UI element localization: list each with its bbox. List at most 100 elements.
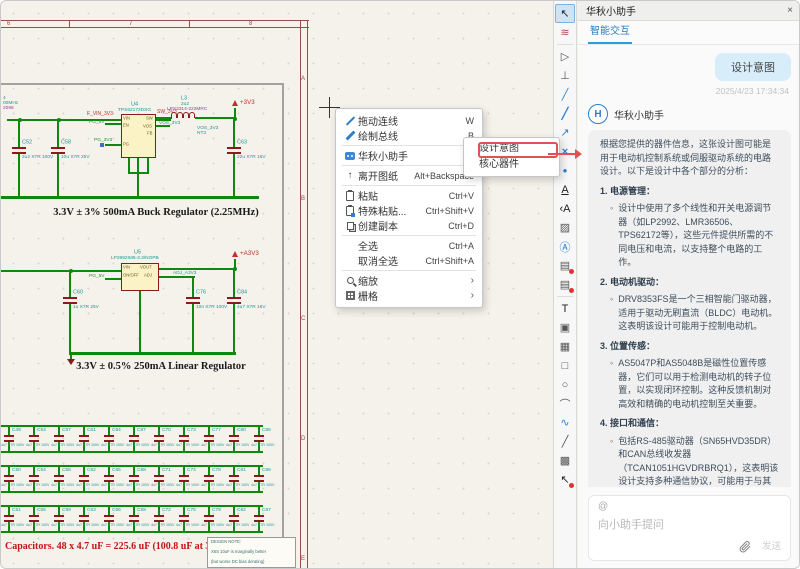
component-value: 4u7 X7R 100V (226, 483, 249, 487)
rectangle-tool[interactable]: □ (555, 356, 575, 375)
capacitor (54, 515, 64, 517)
power-symbol (232, 251, 238, 257)
send-button[interactable]: 发送 (762, 538, 781, 552)
net-marker (100, 143, 104, 147)
menu-item[interactable]: ↑离开图纸Alt+Backspace (336, 168, 482, 183)
pin-name: PG (123, 142, 129, 147)
import-sheet-pin-tool[interactable]: ▤ (555, 256, 575, 275)
add-bus-tool[interactable]: ╱ (555, 104, 575, 123)
tab-smart-interaction[interactable]: 智能交互 (588, 18, 632, 44)
capacitor (258, 466, 260, 475)
context-menu: 拖动连线W绘制总线B 华秋小助手› ↑离开图纸Alt+Backspace 粘贴Ctrl… (335, 108, 483, 308)
global-label-tool[interactable]: ‹A (555, 199, 575, 218)
sheet-pin-tool[interactable]: ▤ (555, 275, 575, 294)
pin-name: ON/OFF (123, 273, 139, 278)
wire (147, 158, 149, 173)
highlight-net-tool[interactable]: ≋ (555, 23, 575, 42)
menu-item[interactable]: 粘贴Ctrl+V (336, 188, 482, 203)
menu-item[interactable]: 绘制总线B (336, 128, 482, 143)
drawing-toolbar: ↖≋▷⊥╱╱↗×●A‹A▨Ⓐ▤▤T▣▦□○⌒∿╱▩↖ (553, 1, 577, 569)
menu-item-label: 创建副本 (358, 218, 448, 233)
component-label: 2098 (3, 105, 14, 110)
add-symbol-tool[interactable]: ▷ (555, 47, 575, 66)
reference-designator: C61 (87, 427, 96, 432)
capacitor (186, 297, 200, 299)
menu-item-label: 全选 (358, 238, 449, 253)
capacitor (54, 475, 64, 477)
attach-icon[interactable] (739, 540, 752, 553)
hierarchical-label-tool[interactable]: Ⓐ (555, 237, 575, 256)
reference-designator: C84 (237, 289, 247, 295)
mention-icon[interactable]: @ (598, 501, 608, 512)
arc-tool[interactable]: ⌒ (555, 394, 575, 413)
net-label-tool[interactable]: A (555, 180, 575, 199)
chat-input[interactable] (598, 516, 748, 546)
menu-item[interactable]: 特殊粘贴...Ctrl+Shift+V (336, 203, 482, 218)
bezier-tool[interactable]: ∿ (555, 413, 575, 432)
capacitor (18, 154, 20, 197)
crosshair-cursor (329, 97, 330, 118)
component-value: 4u7 X7R 100V (126, 483, 149, 487)
component-value: 4u7 X7R 100V (101, 523, 124, 527)
select-tool[interactable]: ↖ (555, 4, 575, 23)
component-value: 4u7 X7R 100V (51, 443, 74, 447)
capacitor (204, 435, 214, 437)
wire (159, 268, 236, 270)
circle-tool[interactable]: ○ (555, 375, 575, 394)
section-bullet: AS5047P和AS5048B是磁性位置传感器，它们可以用于检测电动机的转子位置… (600, 357, 779, 411)
add-wire-tool[interactable]: ╱ (555, 85, 575, 104)
message-intro: 根据您提供的器件信息，这张设计图可能是用于电动机控制系统或伺服驱动系统的电路设计… (600, 138, 779, 179)
menu-item[interactable]: 全选Ctrl+A (336, 238, 482, 253)
capacitor (229, 435, 239, 437)
duplicate-icon (347, 222, 354, 230)
component-value: 4u7 X7R 100V (101, 483, 124, 487)
leave-sheet-icon: ↑ (348, 170, 353, 181)
component-value: 4u7 X7R 100V (51, 483, 74, 487)
reference-designator: C85 (262, 427, 271, 432)
hierarchical-sheet-tool[interactable]: ▨ (555, 218, 575, 237)
paste-special-icon (346, 206, 354, 216)
capacitor (8, 466, 10, 475)
component-value: 4u7 X7R 16V (237, 304, 266, 309)
capacitor (233, 466, 235, 475)
part-number: TPS62172DSG (118, 107, 151, 112)
table-tool[interactable]: ▦ (555, 337, 575, 356)
menu-item[interactable]: 取消全选Ctrl+Shift+A (336, 253, 482, 268)
reference-designator: C53 (37, 427, 46, 432)
menu-item-label: 缩放 (358, 273, 471, 288)
reference-designator: C71 (162, 467, 171, 472)
badge-dot (569, 483, 574, 488)
component-value: 4u7 X7R 100V (201, 523, 224, 527)
inductor-l3[interactable] (171, 112, 195, 118)
capacitor (229, 475, 239, 477)
reference-designator: C63 (237, 139, 247, 145)
power-net-label: +3V3 (240, 99, 255, 106)
line-tool[interactable]: ╱ (555, 432, 575, 451)
capacitor (79, 515, 89, 517)
highlight-annotation-box (478, 142, 558, 158)
delete-tool[interactable]: ↖ (555, 470, 575, 489)
capacitor (233, 119, 235, 147)
menu-item[interactable]: 拖动连线W (336, 113, 482, 128)
wire-icon (345, 116, 354, 125)
capacitor (83, 506, 85, 515)
menu-item[interactable]: 缩放› (336, 273, 482, 288)
chat-area[interactable]: 设计意图 2025/4/23 17:34:34 H 华秋小助手 根据您提供的器件… (578, 45, 800, 487)
close-icon[interactable]: × (787, 5, 793, 16)
menu-item[interactable]: 栅格› (336, 288, 482, 303)
component-value: 4u7 X7R 100V (226, 523, 249, 527)
textbox-tool[interactable]: ▣ (555, 318, 575, 337)
assistant-panel: 华秋小助手 × 智能交互 设计意图 2025/4/23 17:34:34 H 华… (578, 1, 800, 569)
menu-item[interactable]: 创建副本Ctrl+D (336, 218, 482, 233)
capacitor (104, 475, 114, 477)
capacitor (12, 147, 26, 149)
menu-separator (342, 185, 476, 186)
menu-item[interactable]: 华秋小助手› (336, 148, 482, 163)
submenu-item[interactable]: 核心器件 (464, 157, 559, 173)
add-power-tool[interactable]: ⊥ (555, 66, 575, 85)
image-tool[interactable]: ▩ (555, 451, 575, 470)
sheet-col-number: 8 (249, 20, 252, 27)
text-tool[interactable]: T (555, 299, 575, 318)
component-value: 4u7 X7R 100V (176, 483, 199, 487)
reference-designator: C80 (237, 427, 246, 432)
